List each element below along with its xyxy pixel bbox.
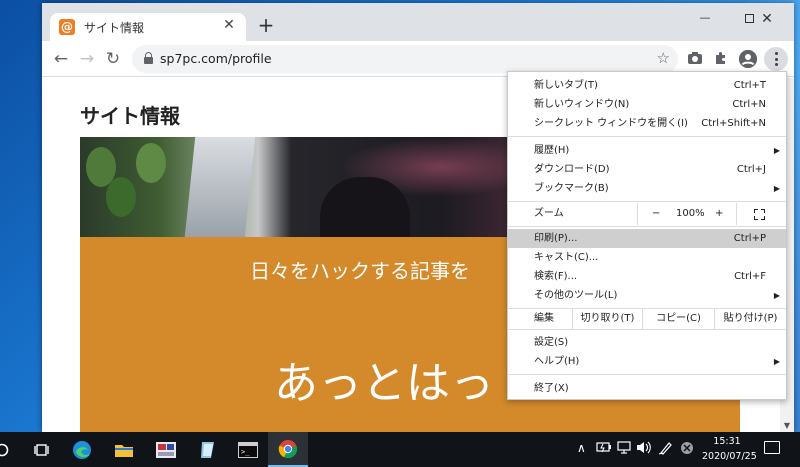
banner-site-name: あっとはっ [274, 358, 494, 409]
zoom-level: 100% [676, 208, 705, 219]
menu-item-cast[interactable]: キャスト(C)... [508, 248, 786, 267]
lock-icon[interactable] [144, 52, 153, 64]
chrome-taskbar-icon[interactable] [268, 432, 308, 467]
tray-overflow-chevron-icon[interactable]: ∧ [577, 441, 586, 455]
menu-separator [508, 201, 786, 202]
volume-icon[interactable] [636, 441, 652, 457]
tab-site-info[interactable]: @ サイト情報 ✕ [50, 13, 246, 41]
menu-item-help[interactable]: ヘルプ(H) ▶ [508, 352, 786, 371]
pen-workspace-icon[interactable] [658, 441, 672, 458]
page-title: サイト情報 [80, 104, 180, 128]
chrome-main-menu: 新しいタブ(T) Ctrl+T 新しいウィンドウ(N) Ctrl+N シークレット … [507, 71, 787, 400]
menu-item-print[interactable]: 印刷(P)... Ctrl+P [508, 229, 786, 248]
tab-strip: @ サイト情報 ✕ + — ✕ [42, 3, 794, 41]
search-circle-icon[interactable] [0, 432, 22, 467]
file-explorer-icon[interactable] [104, 432, 144, 467]
menu-item-new-tab[interactable]: 新しいタブ(T) Ctrl+T [508, 76, 786, 95]
menu-item-history[interactable]: 履歴(H) ▶ [508, 141, 786, 160]
forward-arrow-icon[interactable]: → [76, 49, 98, 69]
menu-item-more-tools[interactable]: その他のツール(L) ▶ [508, 286, 786, 305]
menu-edit-row: 編集 切り取り(T) コピー(C) 貼り付け(P) [508, 309, 786, 329]
camera-icon[interactable] [686, 50, 704, 68]
copy-button[interactable]: コピー(C) [642, 309, 714, 329]
zoom-controls: − 100% + [637, 203, 737, 225]
terminal-icon[interactable]: >_ [228, 432, 268, 467]
notebook-app-icon[interactable] [188, 432, 228, 467]
clock-time: 15:31 [713, 436, 741, 447]
app-thumbnail-icon[interactable] [146, 432, 186, 467]
bookmark-star-icon[interactable]: ☆ [657, 49, 670, 67]
network-icon[interactable] [616, 441, 632, 457]
tab-title: サイト情報 [84, 21, 145, 35]
edge-browser-icon[interactable] [62, 432, 102, 467]
zoom-out-button[interactable]: − [652, 203, 660, 225]
clock-date: 2020/07/25 [702, 451, 757, 462]
menu-separator [508, 374, 786, 375]
submenu-arrow-icon: ▶ [773, 184, 780, 193]
menu-item-exit[interactable]: 終了(X) [508, 379, 786, 398]
url-text[interactable]: sp7pc.com/profile [160, 51, 272, 66]
menu-item-downloads[interactable]: ダウンロード(D) Ctrl+J [508, 160, 786, 179]
menu-item-settings[interactable]: 設定(S) [508, 333, 786, 352]
scroll-down-arrow-icon[interactable]: ▼ [780, 421, 794, 430]
menu-item-new-window[interactable]: 新しいウィンドウ(N) Ctrl+N [508, 95, 786, 114]
new-tab-button[interactable]: + [256, 15, 276, 35]
back-arrow-icon[interactable]: ← [50, 49, 72, 69]
svg-text:>_: >_ [241, 448, 250, 456]
chrome-menu-kebab-icon[interactable] [764, 47, 788, 71]
address-bar[interactable]: sp7pc.com/profile ☆ [132, 45, 678, 73]
taskbar-clock[interactable]: 15:31 2020/07/25 [702, 434, 757, 464]
cut-button[interactable]: 切り取り(T) [572, 309, 642, 329]
profile-avatar-icon[interactable] [739, 50, 757, 68]
submenu-arrow-icon: ▶ [773, 357, 780, 366]
windows-taskbar: >_ ∧ 15:31 2020/07/25 [0, 432, 800, 467]
submenu-arrow-icon: ▶ [773, 146, 780, 155]
window-close-button[interactable]: ✕ [752, 11, 782, 27]
zoom-in-button[interactable]: + [715, 203, 723, 225]
menu-separator [508, 329, 786, 330]
reload-icon[interactable]: ↻ [102, 49, 124, 69]
battery-icon[interactable] [596, 441, 612, 456]
zoom-label: ズーム [534, 208, 564, 219]
extensions-puzzle-icon[interactable] [712, 50, 730, 68]
submenu-arrow-icon: ▶ [773, 291, 780, 300]
fullscreen-icon[interactable] [754, 209, 765, 220]
tab-close-icon[interactable]: ✕ [220, 17, 238, 33]
action-center-notification-icon[interactable] [764, 441, 780, 454]
minimize-button[interactable]: — [690, 11, 720, 24]
banner-tagline: 日々をハックする記事を [250, 259, 470, 283]
menu-item-bookmarks[interactable]: ブックマーク(B) ▶ [508, 179, 786, 198]
edit-label: 編集 [534, 313, 554, 324]
menu-item-incognito[interactable]: シークレット ウィンドウを開く(I) Ctrl+Shift+N [508, 114, 786, 133]
paste-button[interactable]: 貼り付け(P) [714, 309, 786, 329]
task-view-icon[interactable] [22, 432, 62, 467]
site-favicon-icon: @ [59, 19, 75, 35]
menu-separator [508, 226, 786, 227]
menu-item-find[interactable]: 検索(F)... Ctrl+F [508, 267, 786, 286]
menu-zoom-row: ズーム − 100% + [508, 203, 786, 225]
menu-separator [508, 136, 786, 137]
input-indicator-icon[interactable] [680, 441, 694, 458]
